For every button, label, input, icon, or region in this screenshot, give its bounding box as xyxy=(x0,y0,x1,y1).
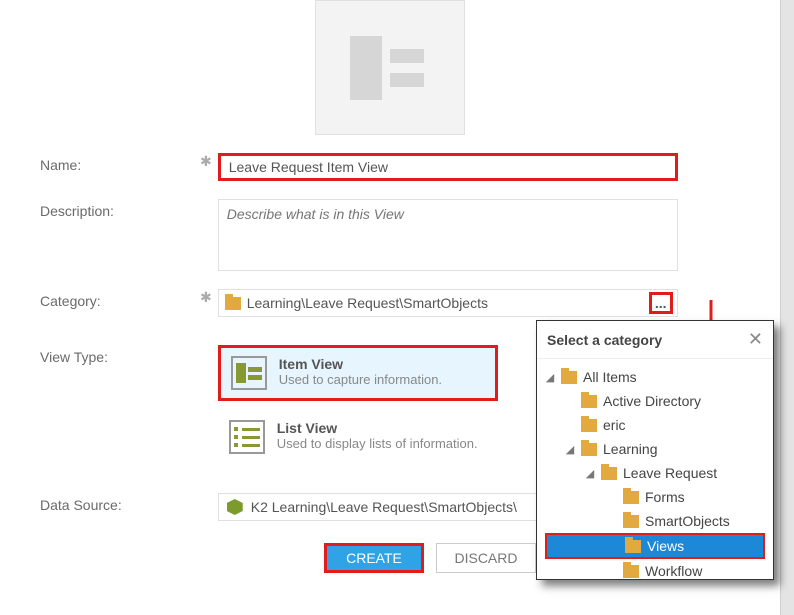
data-source-label: Data Source: xyxy=(40,493,200,513)
folder-icon xyxy=(581,419,597,432)
folder-icon xyxy=(625,540,641,553)
category-value: Learning\Leave Request\SmartObjects xyxy=(247,295,643,311)
description-input[interactable] xyxy=(218,199,678,271)
folder-icon xyxy=(601,467,617,480)
popup-header: Select a category ✕ xyxy=(537,321,773,359)
item-view-icon xyxy=(231,356,267,390)
list-view-icon xyxy=(229,420,265,454)
view-preview-icon-wrap xyxy=(40,0,740,135)
category-picker-popup: Select a category ✕ ◢ All Items ▶ Active… xyxy=(536,320,774,580)
create-button[interactable]: CREATE xyxy=(324,543,424,573)
required-marker: ✱ xyxy=(200,289,212,306)
view-type-options: Item View Used to capture information. L… xyxy=(218,345,498,473)
folder-icon xyxy=(581,443,597,456)
folder-icon xyxy=(561,371,577,384)
name-label: Name: xyxy=(40,153,200,173)
tree-item-learning[interactable]: ◢ Learning xyxy=(545,437,765,461)
tree-item-ad[interactable]: ▶ Active Directory xyxy=(545,389,765,413)
description-label: Description: xyxy=(40,199,200,219)
tree-item-workflow[interactable]: Workflow xyxy=(545,559,765,583)
scrollbar-track[interactable] xyxy=(780,0,794,615)
folder-icon xyxy=(581,395,597,408)
row-category: Category: ✱ Learning\Leave Request\Smart… xyxy=(40,289,740,317)
expand-icon[interactable]: ◢ xyxy=(565,443,575,456)
category-tree: ◢ All Items ▶ Active Directory ▶ eric ◢ … xyxy=(537,359,773,589)
discard-button[interactable]: DISCARD xyxy=(436,543,536,573)
tree-item-eric[interactable]: ▶ eric xyxy=(545,413,765,437)
expand-icon[interactable]: ◢ xyxy=(585,467,595,480)
item-view-title: Item View xyxy=(279,356,442,372)
required-marker: ✱ xyxy=(200,153,212,170)
folder-icon xyxy=(225,297,241,310)
list-view-title: List View xyxy=(277,420,478,436)
list-view-desc: Used to display lists of information. xyxy=(277,436,478,451)
view-type-item[interactable]: Item View Used to capture information. xyxy=(218,345,498,401)
tree-item-all[interactable]: ◢ All Items xyxy=(545,365,765,389)
row-description: Description: ✱ xyxy=(40,199,740,271)
item-view-desc: Used to capture information. xyxy=(279,372,442,387)
data-source-value: K2 Learning\Leave Request\SmartObjects\ xyxy=(251,499,517,515)
view-type-list[interactable]: List View Used to display lists of infor… xyxy=(218,411,498,463)
view-type-label: View Type: xyxy=(40,345,200,365)
tree-item-leave-request[interactable]: ◢ Leave Request xyxy=(545,461,765,485)
folder-icon xyxy=(623,515,639,528)
tree-item-forms[interactable]: Forms xyxy=(545,485,765,509)
category-browse-button[interactable]: ... xyxy=(649,292,673,314)
tree-item-views[interactable]: Views xyxy=(545,533,765,559)
tree-item-smartobjects[interactable]: SmartObjects xyxy=(545,509,765,533)
category-input: Learning\Leave Request\SmartObjects ... xyxy=(218,289,678,317)
view-preview-icon xyxy=(315,0,465,135)
smartobject-icon xyxy=(227,499,243,515)
popup-title: Select a category xyxy=(547,332,662,348)
close-icon[interactable]: ✕ xyxy=(748,329,763,350)
category-label: Category: xyxy=(40,289,200,309)
folder-icon xyxy=(623,565,639,578)
expand-icon[interactable]: ◢ xyxy=(545,371,555,384)
folder-icon xyxy=(623,491,639,504)
row-name: Name: ✱ xyxy=(40,153,740,181)
name-input[interactable] xyxy=(218,153,678,181)
